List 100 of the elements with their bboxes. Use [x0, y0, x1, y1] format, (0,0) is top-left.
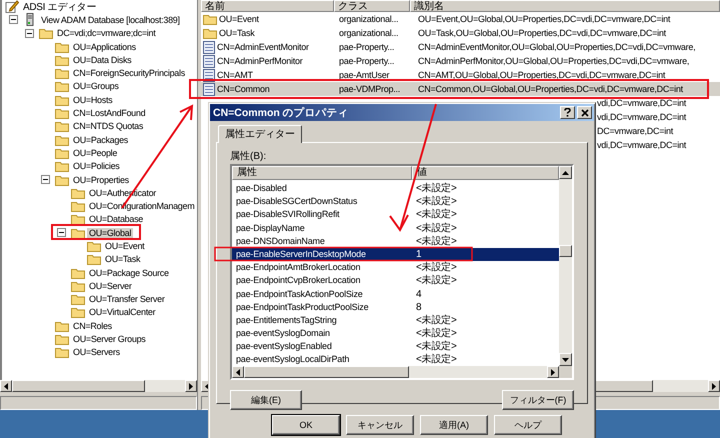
- class-cell-text: pae-Property...: [338, 42, 396, 52]
- entry-name[interactable]: CN=AdminEventMonitor: [217, 42, 309, 52]
- horizontal-scrollbar[interactable]: [0, 380, 197, 392]
- scroll-left-icon: [236, 368, 240, 376]
- tree-item[interactable]: CN=LostAndFound: [71, 108, 148, 118]
- scrollbar-thumb[interactable]: [12, 380, 145, 392]
- attribute-row[interactable]: pae-EntitlementsTagString <未設定>: [232, 314, 559, 328]
- filter-button[interactable]: フィルター(F): [502, 390, 574, 410]
- column-header[interactable]: 名前: [201, 0, 334, 12]
- attribute-row[interactable]: pae-eventSyslogDomain <未設定>: [232, 327, 559, 340]
- distinguished-name-cell: vdi,DC=vmware,DC=int: [597, 112, 686, 122]
- dialog-button[interactable]: キャンセル: [346, 415, 414, 435]
- class-cell-text: pae-VDMProp...: [338, 84, 402, 94]
- entry-name[interactable]: CN=AMT: [217, 70, 253, 80]
- tree-item[interactable]: OU=VirtualCenter: [87, 307, 158, 318]
- attribute-row[interactable]: pae-Disabled <未設定>: [232, 182, 559, 196]
- dialog-button[interactable]: ヘルプ: [494, 415, 562, 435]
- scroll-right-icon: [551, 368, 555, 376]
- entry-name[interactable]: CN=AdminPerfMonitor: [217, 56, 303, 66]
- column-header[interactable]: 属性: [232, 166, 412, 180]
- help-button[interactable]: [560, 106, 575, 119]
- attribute-row[interactable]: pae-EndpointAmtBrokerLocation <未設定>: [232, 261, 559, 274]
- tree-item[interactable]: OU=Hosts: [71, 94, 114, 105]
- dialog-button[interactable]: 適用(A): [420, 415, 488, 435]
- folder-icon: [71, 293, 85, 306]
- column-header[interactable]: クラス: [334, 0, 410, 12]
- folder-icon: [55, 54, 69, 66]
- attribute-row[interactable]: pae-DisableSGCertDownStatus <未設定>: [232, 195, 559, 208]
- tree-item[interactable]: CN=ForeignSecurityPrincipals: [71, 68, 187, 78]
- distinguished-name-cell-text: CN=AdminPerfMonitor,OU=Global,OU=Properties,DC=vdi,DC=vmware,: [417, 56, 690, 66]
- scrollbar-thumb[interactable]: [559, 245, 572, 257]
- horizontal-scrollbar[interactable]: [232, 366, 559, 378]
- entry-name[interactable]: OU=Event: [219, 14, 259, 24]
- tree-item[interactable]: OU=Package Source: [87, 268, 171, 278]
- class-cell-text: organizational...: [338, 28, 400, 38]
- tree-item[interactable]: OU=Policies: [71, 161, 122, 172]
- folder-icon: [71, 226, 85, 239]
- tree-item[interactable]: OU=People: [71, 148, 120, 158]
- dialog-title: CN=Common のプロパティ: [213, 106, 349, 120]
- attribute-row[interactable]: pae-eventSyslogLocalDirPath <未設定>: [232, 353, 559, 366]
- folder-icon: [71, 213, 85, 226]
- tree-item[interactable]: CN=Roles: [71, 320, 114, 331]
- tree-item[interactable]: ADSI エディター: [21, 0, 98, 14]
- attribute-row[interactable]: pae-eventSyslogEnabled <未設定>: [232, 340, 559, 354]
- expander-icon[interactable]: [25, 28, 34, 38]
- entry-name[interactable]: CN=Common: [217, 84, 270, 94]
- expander-icon[interactable]: [9, 15, 18, 24]
- tree-item[interactable]: OU=Groups: [71, 81, 121, 92]
- folder-icon: [71, 306, 85, 318]
- vertical-scrollbar[interactable]: [559, 166, 572, 366]
- distinguished-name-cell-text: OU=Task,OU=Global,OU=Properties,DC=vdi,DC=vmware,DC=int: [417, 28, 667, 38]
- folder-icon: [55, 333, 69, 346]
- folder-icon: [55, 67, 69, 80]
- tree-item[interactable]: View ADAM Database [localhost:389]: [39, 14, 182, 25]
- distinguished-name-cell: vdi,DC=vmware,DC=int: [597, 98, 686, 108]
- tree-item[interactable]: OU=Properties: [71, 174, 131, 184]
- tree-item[interactable]: DC=vdi;dc=vmware;dc=int: [55, 28, 158, 38]
- scrollbar-thumb[interactable]: [244, 366, 409, 378]
- expander-icon[interactable]: [57, 228, 66, 238]
- tree-item[interactable]: OU=Database: [87, 214, 145, 224]
- attribute-row[interactable]: pae-EndpointTaskActionPoolSize 4: [232, 288, 559, 301]
- tree-item[interactable]: OU=Global: [87, 228, 134, 238]
- column-header[interactable]: 値: [412, 166, 559, 180]
- folder-icon: [71, 280, 85, 292]
- attribute-row[interactable]: pae-DisableSVIRollingRefit <未設定>: [232, 208, 559, 222]
- attribute-row[interactable]: pae-DisplayName <未設定>: [232, 222, 559, 235]
- tree-item[interactable]: OU=Server Groups: [71, 334, 148, 344]
- scroll-left-icon: [4, 382, 8, 390]
- column-header[interactable]: 識別名: [410, 0, 720, 12]
- tree-item[interactable]: OU=Transfer Server: [87, 294, 167, 304]
- tree-item[interactable]: OU=Packages: [71, 134, 130, 145]
- close-icon: [580, 108, 588, 116]
- edit-button[interactable]: 編集(E): [230, 390, 302, 410]
- folder-icon: [55, 80, 69, 92]
- attributes-label: 属性(B):: [230, 151, 268, 163]
- tree-item[interactable]: OU=Servers: [71, 347, 122, 358]
- attribute-row[interactable]: pae-DNSDomainName <未設定>: [232, 234, 559, 248]
- scroll-up-icon: [562, 170, 569, 174]
- tree-item[interactable]: CN=NTDS Quotas: [71, 121, 146, 132]
- distinguished-name-cell-text: OU=Event,OU=Global,OU=Properties,DC=vdi,DC=vmware,DC=int: [417, 14, 672, 24]
- entry-name[interactable]: OU=Task: [219, 28, 255, 38]
- tree-item[interactable]: OU=Data Disks: [71, 54, 134, 65]
- tree-item[interactable]: OU=Task: [103, 254, 142, 264]
- folder-icon: [55, 146, 69, 159]
- attribute-row[interactable]: pae-EndpointCvpBrokerLocation <未設定>: [232, 274, 559, 288]
- scrollbar-corner: [559, 366, 572, 378]
- tab[interactable]: 属性エディター: [218, 125, 302, 143]
- folder-icon: [55, 134, 69, 146]
- folder-icon: [55, 160, 69, 172]
- close-button[interactable]: [577, 106, 592, 119]
- tree-item[interactable]: OU=Applications: [71, 42, 138, 52]
- attribute-row[interactable]: pae-EndpointTaskProductPoolSize 8: [232, 300, 559, 314]
- distinguished-name-cell-text: CN=Common,OU=Global,OU=Properties,DC=vdi,DC=vmware,DC=int: [417, 84, 684, 94]
- tree-item[interactable]: OU=Event: [103, 240, 146, 251]
- document-icon: [203, 54, 215, 68]
- tree-item[interactable]: OU=Server: [87, 280, 134, 291]
- expander-icon[interactable]: [41, 175, 50, 184]
- dialog-button[interactable]: OK: [272, 415, 340, 435]
- folder-icon: [55, 40, 69, 53]
- class-cell-text: pae-AmtUser: [338, 70, 390, 80]
